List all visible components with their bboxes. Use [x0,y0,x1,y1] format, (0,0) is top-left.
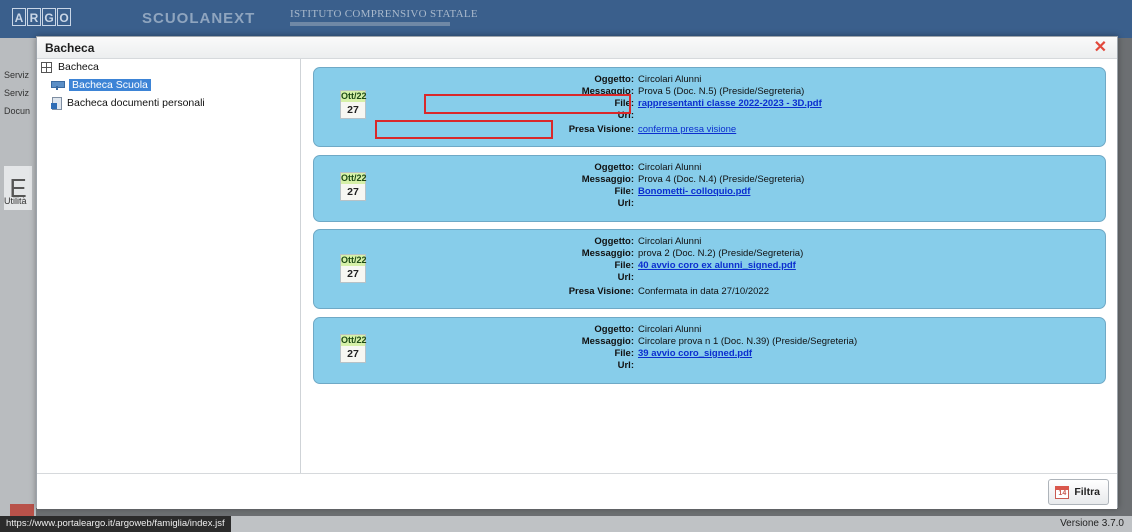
tree-label: Bacheca documenti personali [67,97,205,109]
bg-menu-item[interactable]: Docun [4,106,36,116]
tree-item-bacheca-documenti-personali[interactable]: Bacheca documenti personali [51,97,205,110]
background-side-menu: Serviz Serviz Docun E Utilità [0,38,36,532]
label-url: Url: [617,272,634,283]
field-url: Url: [314,271,1107,284]
conferma-presa-visione-link[interactable]: conferma presa visione [638,123,736,136]
logo-letter: R [27,8,41,26]
school-name: ISTITUTO COMPRENSIVO STATALE [290,8,478,20]
app-header: A R G O SCUOLANEXT ISTITUTO COMPRENSIVO … [0,0,1132,38]
tree-root-bacheca[interactable]: Bacheca [41,61,99,73]
tree-item-bacheca-scuola[interactable]: Bacheca Scuola [51,79,151,91]
label-url: Url: [617,360,634,371]
notice-list: Ott/22 27 Oggetto: Circolari Alunni Mess… [303,59,1117,473]
field-presa-visione: Presa Visione: Confermata in data 27/10/… [314,285,1107,298]
status-bar: https://www.portaleargo.it/argoweb/famig… [0,516,1132,532]
bg-menu-item[interactable]: Serviz [4,70,36,80]
tree-label: Bacheca Scuola [69,79,151,91]
highlight-file-box [424,94,631,114]
notice-card: Ott/22 27 Oggetto: Circolari Alunni Mess… [313,229,1106,309]
status-url: https://www.portaleargo.it/argoweb/famig… [0,516,231,532]
close-icon[interactable]: ✕ [1094,39,1107,57]
school-subtitle-bar [290,22,450,26]
notice-card: Ott/22 27 Oggetto: Circolari Alunni Mess… [313,317,1106,384]
notice-card: Ott/22 27 Oggetto: Circolari Alunni Mess… [313,155,1106,222]
logo-letter: G [42,8,56,26]
modal-footer: 14 Filtra [37,473,1117,509]
field-url: Url: [314,359,1107,372]
presa-visione-value: Confermata in data 27/10/2022 [638,286,769,297]
brand-name: SCUOLANEXT [142,10,256,27]
grid-icon [41,61,52,73]
tree-label: Bacheca [58,61,99,73]
field-url: Url: [314,197,1107,210]
label-presa-visione: Presa Visione: [568,286,634,297]
bacheca-tree: Bacheca Bacheca Scuola Bacheca documenti… [37,59,301,473]
logo-letter: A [12,8,26,26]
noticeboard-icon [51,80,65,90]
bg-menu-item[interactable]: Serviz [4,88,36,98]
notice-card: Ott/22 27 Oggetto: Circolari Alunni Mess… [313,67,1106,147]
modal-titlebar: Bacheca ✕ [37,37,1117,59]
bacheca-modal: Bacheca ✕ Bacheca Bacheca Scuola Bacheca… [36,36,1118,509]
logo-letter: O [57,8,71,26]
calendar-icon: 14 [1055,485,1070,499]
label-url: Url: [617,198,634,209]
highlight-presa-visione-box [375,120,553,139]
modal-title: Bacheca [45,41,95,55]
label-presa-visione: Presa Visione: [568,124,634,135]
version-label: Versione 3.7.0 [1060,518,1124,529]
argo-logo: A R G O [12,8,71,26]
filtra-label: Filtra [1074,486,1100,498]
document-icon [51,97,62,110]
bg-menu-item[interactable]: Utilità [4,196,36,206]
filtra-button[interactable]: 14 Filtra [1048,479,1109,505]
